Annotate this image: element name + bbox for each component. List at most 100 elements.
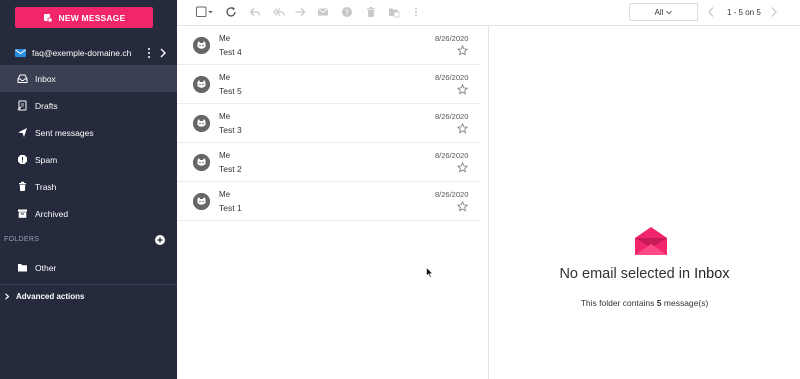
folder-icon	[18, 264, 27, 272]
forward-button[interactable]	[294, 6, 306, 18]
avatar	[193, 154, 210, 171]
pagination-text: 1 - 5 on 5	[727, 8, 761, 17]
send-icon	[18, 128, 27, 137]
filter-dropdown[interactable]: All	[629, 3, 698, 21]
refresh-button[interactable]	[225, 6, 237, 18]
sidebar-item-label: Drafts	[35, 100, 58, 111]
sidebar-item-label: Archived	[35, 208, 69, 219]
message-subject: Test 1	[219, 203, 242, 213]
avatar	[193, 115, 210, 132]
mark-read-button[interactable]	[317, 6, 329, 18]
spam-button[interactable]	[341, 6, 353, 18]
more-vertical-icon	[415, 7, 417, 17]
mouse-cursor-icon	[426, 267, 433, 278]
delete-button[interactable]	[365, 6, 377, 18]
envelope-icon	[318, 8, 328, 16]
message-list: Me Test 4 8/26/2020 Me Test 5 8/26/2020 …	[177, 26, 488, 379]
folders-heading: FOLDERS	[4, 236, 40, 243]
message-date: 8/26/2020	[435, 112, 469, 121]
message-sender: Me	[219, 34, 231, 43]
move-button[interactable]	[388, 6, 400, 18]
empty-state-subtitle: This folder contains 5 message(s)	[489, 298, 800, 308]
avatar-icon	[193, 76, 210, 93]
empty-sub-prefix: This folder contains	[580, 298, 655, 308]
sidebar-item-other[interactable]: Other	[0, 254, 177, 281]
empty-title-prefix: No email selected in	[559, 266, 691, 282]
inbox-icon	[17, 74, 28, 83]
message-row[interactable]: Me Test 5 8/26/2020	[177, 65, 481, 104]
drafts-icon	[17, 100, 27, 111]
spam-icon	[18, 155, 27, 164]
chevron-right-icon	[5, 292, 10, 300]
message-row[interactable]: Me Test 2 8/26/2020	[177, 143, 481, 182]
message-subject: Test 3	[219, 125, 242, 135]
star-icon[interactable]	[456, 83, 469, 95]
message-sender: Me	[219, 112, 231, 121]
more-actions-button[interactable]	[414, 6, 418, 18]
account-email: faq@exemple-domaine.ch	[32, 48, 132, 58]
sidebar-item-inbox[interactable]: Inbox	[0, 65, 177, 92]
sidebar-item-label: Sent messages	[35, 127, 94, 138]
reply-all-icon	[272, 8, 285, 16]
forward-icon	[295, 8, 306, 16]
account-menu-icon[interactable]	[146, 47, 152, 59]
sidebar-item-label: Trash	[35, 181, 57, 192]
sidebar-item-drafts[interactable]: Drafts	[0, 92, 177, 119]
message-row[interactable]: Me Test 4 8/26/2020	[177, 26, 481, 65]
sidebar-item-label: Inbox	[35, 73, 56, 84]
refresh-icon	[226, 7, 236, 17]
advanced-actions-toggle[interactable]: Advanced actions	[4, 291, 84, 301]
reply-button[interactable]	[249, 6, 261, 18]
move-folder-icon	[389, 8, 400, 18]
message-subject: Test 5	[219, 86, 242, 96]
sidebar-item-label: Other	[35, 262, 57, 273]
reply-icon	[249, 8, 261, 16]
message-row[interactable]: Me Test 1 8/26/2020	[177, 182, 481, 221]
sidebar-divider	[0, 284, 177, 285]
checkbox-icon	[196, 6, 213, 17]
archive-icon	[18, 209, 27, 218]
sidebar-item-sent-messages[interactable]: Sent messages	[0, 119, 177, 146]
message-date: 8/26/2020	[435, 190, 469, 199]
toolbar: All 1 - 5 on 5	[177, 0, 800, 26]
trash-icon	[367, 7, 375, 17]
reply-all-button[interactable]	[272, 6, 285, 18]
add-folder-button[interactable]	[155, 235, 165, 245]
star-icon[interactable]	[456, 122, 469, 134]
empty-sub-suffix: message(s)	[663, 298, 709, 308]
new-message-button[interactable]: NEW MESSAGE	[15, 7, 153, 28]
plus-icon	[157, 237, 163, 243]
message-sender: Me	[219, 151, 231, 160]
trash-icon	[19, 181, 26, 191]
next-page-button[interactable]	[770, 6, 778, 18]
avatar	[193, 37, 210, 54]
compose-icon	[43, 13, 52, 22]
avatar	[193, 193, 210, 210]
star-icon[interactable]	[456, 161, 469, 173]
sidebar-item-spam[interactable]: Spam	[0, 146, 177, 173]
avatar	[193, 76, 210, 93]
chevron-right-icon[interactable]	[159, 48, 167, 58]
sidebar-item-label: Spam	[35, 154, 58, 165]
sidebar: NEW MESSAGE faq@exemple-domaine.ch Inbox…	[0, 0, 177, 379]
open-envelope-icon	[635, 227, 667, 255]
message-row[interactable]: Me Test 3 8/26/2020	[177, 104, 481, 143]
star-icon[interactable]	[456, 200, 469, 212]
avatar-icon	[193, 115, 210, 132]
reading-pane: No email selected in Inbox This folder c…	[489, 26, 800, 379]
sidebar-item-trash[interactable]: Trash	[0, 173, 177, 200]
star-icon[interactable]	[456, 44, 469, 56]
message-subject: Test 2	[219, 164, 242, 174]
new-message-label: NEW MESSAGE	[58, 12, 126, 23]
message-subject: Test 4	[219, 47, 242, 57]
spam-icon	[342, 7, 352, 17]
message-date: 8/26/2020	[435, 34, 469, 43]
sidebar-item-archived[interactable]: Archived	[0, 200, 177, 227]
empty-title-folder: Inbox	[694, 266, 730, 282]
message-date: 8/26/2020	[435, 73, 469, 82]
avatar-icon	[193, 193, 210, 210]
account-switcher[interactable]: faq@exemple-domaine.ch	[0, 42, 177, 64]
previous-page-button[interactable]	[707, 6, 715, 18]
message-count: 5	[656, 298, 662, 308]
select-all-checkbox[interactable]	[196, 6, 214, 18]
